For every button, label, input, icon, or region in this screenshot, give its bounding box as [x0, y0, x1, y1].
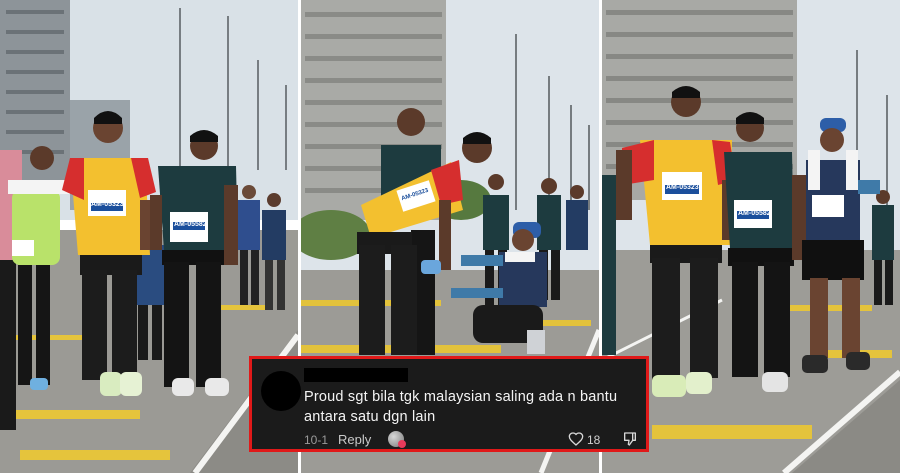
heart-icon — [568, 432, 584, 446]
dislike-icon[interactable] — [622, 431, 638, 447]
bib-number: AM-05323 — [666, 184, 699, 191]
bib-number: AM-05323 — [91, 201, 124, 208]
username-redacted — [304, 368, 408, 382]
comment-date: 10-1 — [304, 433, 329, 447]
creator-like-avatar — [388, 431, 406, 448]
reply-button[interactable]: Reply — [338, 432, 371, 447]
like-count: 18 — [587, 433, 601, 447]
avatar[interactable] — [261, 371, 301, 411]
comment-text: Proud sgt bila tgk malaysian saling ada … — [304, 389, 618, 425]
bib-number: AM-05582 — [174, 221, 207, 228]
bib-number: AM-05582 — [738, 210, 771, 217]
comment-card: Proud sgt bila tgk malaysian saling ada … — [249, 356, 649, 452]
